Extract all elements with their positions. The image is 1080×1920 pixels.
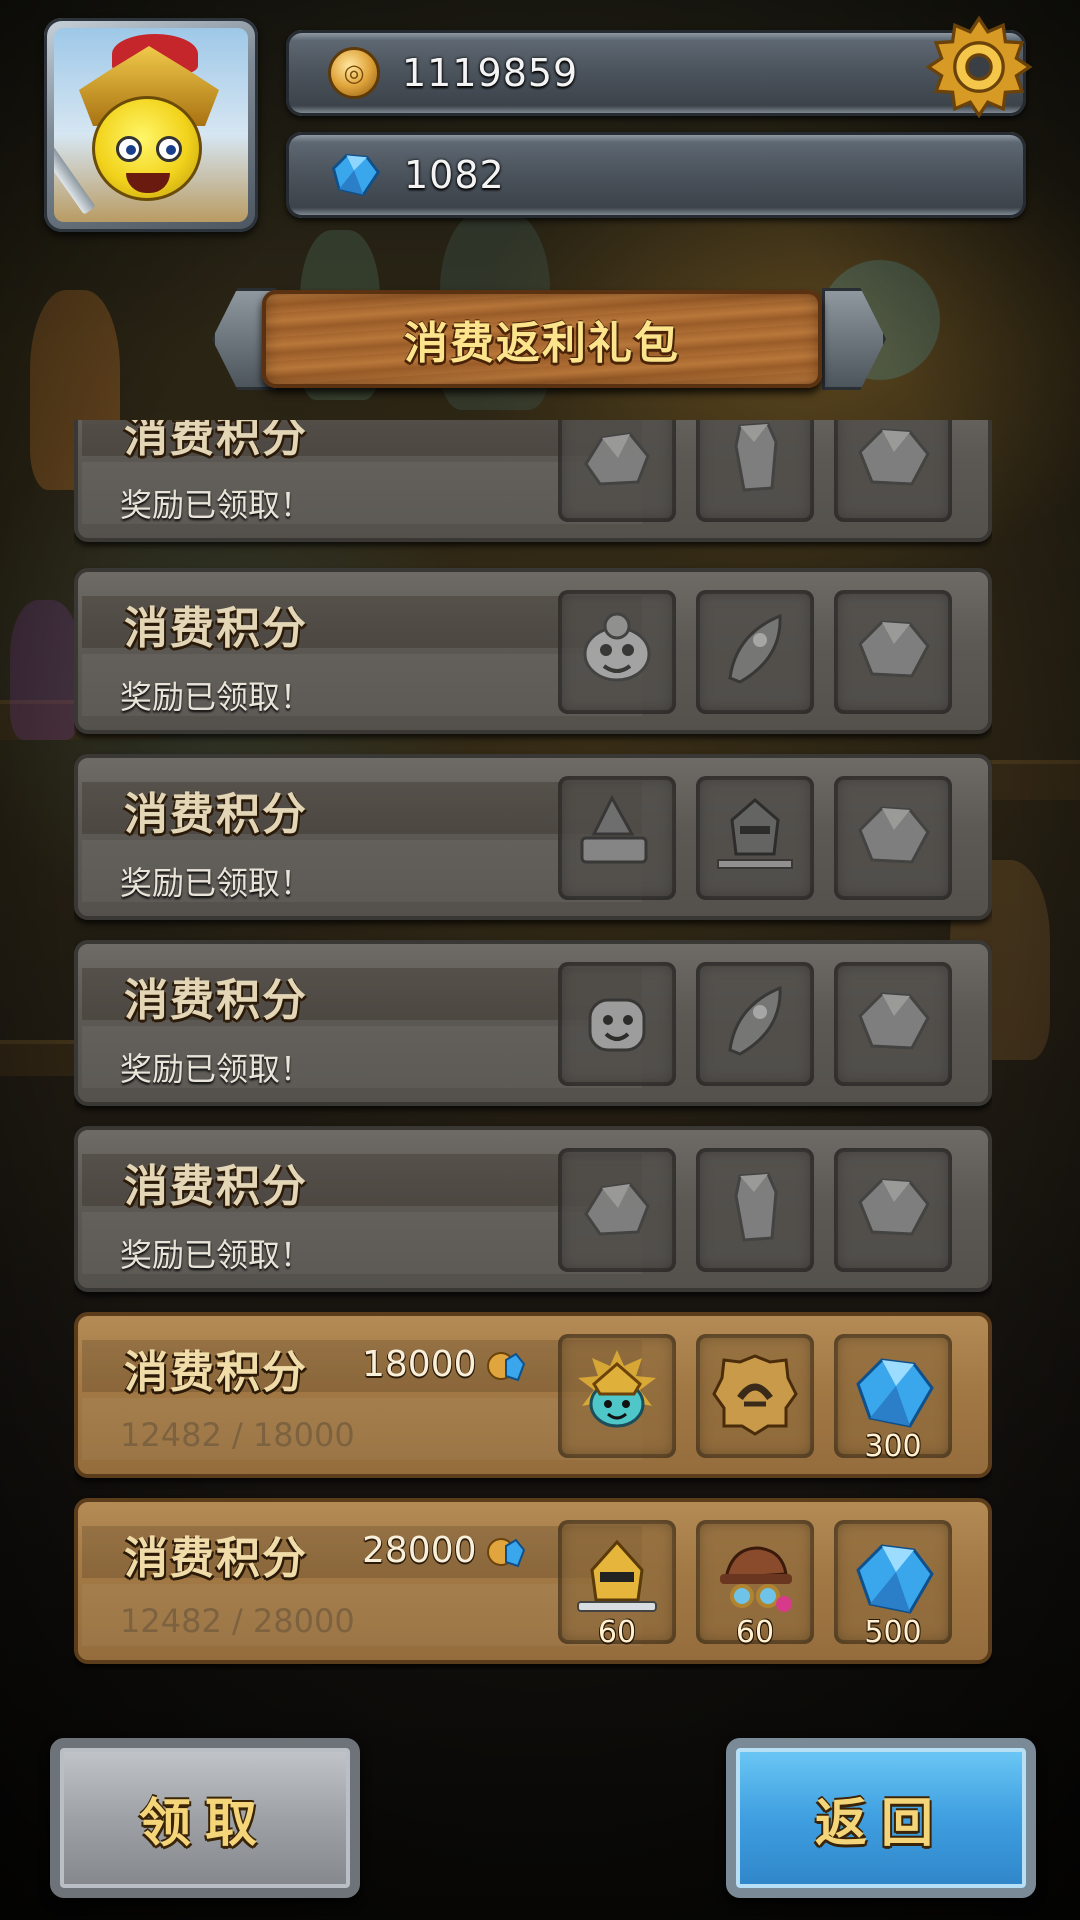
reward-slot[interactable]: 60 [558,1520,676,1650]
reward-card: 消费积分 28000 12482 / 28000 60 60 500 [74,1498,992,1664]
reward-quantity: 60 [735,1615,775,1650]
rocket-icon [710,604,800,694]
reward-card: 消费积分 奖励已领取！ [74,420,992,542]
gem-icon [326,150,382,200]
ore-icon [848,420,938,502]
card-title: 消费积分 [124,975,308,1026]
coin-icon: ◎ [328,47,380,99]
ore-icon [572,420,662,502]
reward-slot[interactable]: 500 [834,1520,952,1650]
ore-icon [572,1162,662,1252]
reward-slot[interactable] [696,590,814,714]
claim-button[interactable]: 领取 [50,1738,360,1898]
progress-text: 12482 / 18000 [120,1416,355,1454]
reward-slot[interactable] [558,1334,676,1458]
reward-slot[interactable] [558,962,676,1086]
reward-quantity: 300 [864,1429,922,1464]
armored-knight-icon [710,790,800,880]
hero-sheep-icon [572,604,662,694]
reward-slot[interactable] [696,962,814,1086]
reward-slot[interactable] [696,1334,814,1458]
reward-card: 消费积分 奖励已领取！ [74,754,992,920]
claim-button-label: 领取 [138,1793,271,1854]
player-avatar[interactable] [44,18,258,232]
reward-slot[interactable] [558,1148,676,1272]
card-status: 奖励已领取！ [120,486,313,524]
back-button[interactable]: 返回 [726,1738,1036,1898]
card-status: 奖励已领取！ [120,864,313,902]
knight-helmet-icon [572,1534,662,1624]
card-title: 消费积分 [124,1161,308,1212]
reward-slot[interactable] [834,776,952,900]
back-button-label: 返回 [814,1793,947,1854]
card-title: 消费积分 [124,789,308,840]
reward-slot[interactable] [558,420,676,522]
reward-card: 消费积分 奖励已领取！ [74,1126,992,1292]
ore-icon [848,604,938,694]
reward-slot[interactable] [558,590,676,714]
reward-slot[interactable] [834,420,952,522]
gems-bar: 1082 [286,132,1026,218]
card-status: 奖励已领取！ [120,1050,313,1088]
reward-slot[interactable] [834,1148,952,1272]
avatar-portrait [54,28,248,222]
ore-icon [848,1162,938,1252]
crystal-icon [710,1162,800,1252]
points-threshold: 28000 [362,1530,477,1571]
reward-slot[interactable]: 60 [696,1520,814,1650]
gems-value: 1082 [404,153,505,197]
reward-slot[interactable] [834,590,952,714]
ore-icon [848,790,938,880]
reward-slot[interactable] [696,420,814,522]
coins-value: 1119859 [402,51,579,95]
reward-slot[interactable]: 300 [834,1334,952,1464]
page-title: 消费返利礼包 [404,318,680,369]
blue-gem-icon [848,1348,938,1438]
card-title: 消费积分 [124,1347,308,1398]
gear-icon[interactable] [924,12,1034,122]
coin-gem-icon [486,1532,526,1572]
reward-card: 消费积分 奖励已领取！ [74,568,992,734]
reward-quantity: 500 [864,1615,922,1650]
reward-slot[interactable] [696,1148,814,1272]
card-status: 奖励已领取！ [120,1236,313,1274]
title-banner: 消费返利礼包 [262,290,822,388]
coin-gem-icon [486,1346,526,1386]
reward-list[interactable]: 消费积分 奖励已领取！ 消费积分 奖励已领取！ 消费积分 奖励已领取！ 消费积分… [74,420,992,1670]
card-title: 消费积分 [124,420,308,462]
rocket-icon [710,976,800,1066]
reward-card: 消费积分 奖励已领取！ [74,940,992,1106]
coins-bar: ◎ 1119859 [286,15,1033,119]
reward-slot[interactable] [834,962,952,1086]
pilot-hat-icon [710,1534,800,1624]
progress-text: 12482 / 28000 [120,1602,355,1640]
crystal-icon [710,420,800,502]
stone-rune-icon [710,1348,800,1438]
reward-quantity: 60 [597,1615,637,1650]
points-threshold: 18000 [362,1344,477,1385]
card-title: 消费积分 [124,603,308,654]
reward-card: 消费积分 18000 12482 / 18000 300 [74,1312,992,1478]
wizard-book-icon [572,790,662,880]
card-title: 消费积分 [124,1533,308,1584]
golden-king-hero-icon [572,1348,662,1438]
ore-icon [848,976,938,1066]
reward-slot[interactable] [696,776,814,900]
blue-gem-icon [848,1534,938,1624]
reward-slot[interactable] [558,776,676,900]
card-status: 奖励已领取！ [120,678,313,716]
hero-robot-icon [572,976,662,1066]
